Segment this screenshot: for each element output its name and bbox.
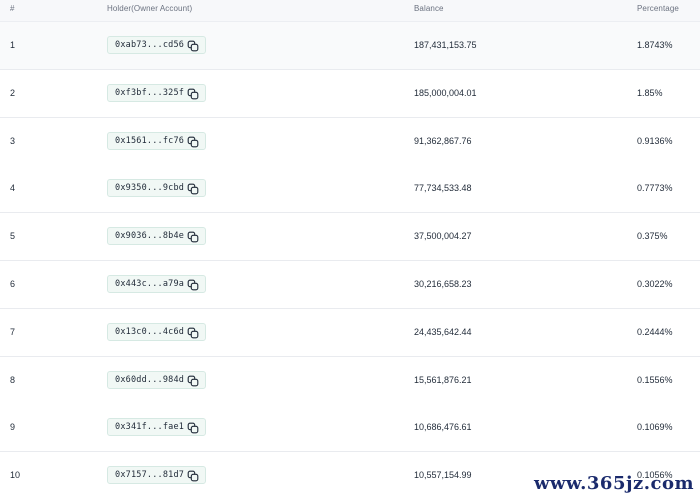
holder-address-chip[interactable]: 0x341f...fae1: [107, 418, 206, 437]
percentage-cell: 0.375%: [637, 231, 668, 242]
holder-address-chip[interactable]: 0x7157...81d7: [107, 466, 206, 485]
copy-icon[interactable]: [187, 136, 199, 148]
rank-cell: 5: [10, 231, 16, 242]
holder-address[interactable]: 0x1561...fc76: [115, 136, 184, 146]
table-header: # Holder(Owner Account) Balance Percenta…: [0, 0, 700, 22]
copy-icon[interactable]: [187, 88, 199, 100]
holder-address[interactable]: 0x60dd...984d: [115, 375, 184, 385]
table-row[interactable]: 1 0xab73...cd56 187,431,153.75 1.8743%: [0, 22, 700, 70]
copy-icon[interactable]: [187, 327, 199, 339]
header-percentage: Percentage: [637, 4, 679, 13]
watermark: www.365jz.com: [533, 473, 694, 494]
balance-cell: 24,435,642.44: [414, 326, 472, 337]
rank-cell: 1: [10, 40, 16, 50]
copy-icon[interactable]: [187, 40, 199, 52]
rank-cell: 3: [10, 135, 16, 146]
balance-cell: 10,686,476.61: [414, 422, 472, 433]
balance-cell: 15,561,876.21: [414, 374, 472, 385]
copy-icon[interactable]: [187, 375, 199, 387]
percentage-cell: 0.9136%: [637, 135, 673, 146]
holder-address-chip[interactable]: 0x13c0...4c6d: [107, 322, 206, 341]
holder-address-chip[interactable]: 0x9036...8b4e: [107, 227, 206, 246]
holder-address[interactable]: 0x9036...8b4e: [115, 231, 184, 241]
balance-cell: 187,431,153.75: [414, 40, 477, 50]
copy-icon[interactable]: [187, 470, 199, 482]
rank-cell: 4: [10, 183, 16, 194]
rank-cell: 2: [10, 87, 16, 98]
rank-cell: 8: [10, 374, 16, 385]
percentage-cell: 0.1556%: [637, 374, 673, 385]
table-row[interactable]: 4 0x9350...9cbd 77,734,533.48 0.7773%: [0, 165, 700, 214]
table-row[interactable]: 5 0x9036...8b4e 37,500,004.27 0.375%: [0, 213, 700, 262]
rank-cell: 7: [10, 326, 16, 337]
holder-address[interactable]: 0x7157...81d7: [115, 470, 184, 480]
percentage-cell: 1.85%: [637, 87, 663, 98]
copy-icon[interactable]: [187, 183, 199, 195]
table-row[interactable]: 8 0x60dd...984d 15,561,876.21 0.1556%: [0, 356, 700, 405]
holder-address[interactable]: 0xab73...cd56: [115, 40, 184, 50]
balance-cell: 77,734,533.48: [414, 183, 472, 194]
table-row[interactable]: 9 0x341f...fae1 10,686,476.61 0.1069%: [0, 404, 700, 453]
holder-address[interactable]: 0x9350...9cbd: [115, 183, 184, 193]
balance-cell: 37,500,004.27: [414, 231, 472, 242]
header-balance: Balance: [414, 4, 444, 13]
table-row[interactable]: 2 0xf3bf...325f 185,000,004.01 1.85%: [0, 69, 700, 118]
holder-address-chip[interactable]: 0x9350...9cbd: [107, 179, 206, 198]
percentage-cell: 0.2444%: [637, 326, 673, 337]
holder-address-chip[interactable]: 0x443c...a79a: [107, 275, 206, 293]
table-row[interactable]: 3 0x1561...fc76 91,362,867.76 0.9136%: [0, 117, 700, 166]
header-rank: #: [10, 4, 15, 13]
copy-icon[interactable]: [187, 422, 199, 434]
copy-icon[interactable]: [187, 231, 199, 243]
balance-cell: 30,216,658.23: [414, 279, 472, 289]
percentage-cell: 0.7773%: [637, 183, 673, 194]
holder-address[interactable]: 0x341f...fae1: [115, 422, 184, 432]
holder-address[interactable]: 0x443c...a79a: [115, 279, 184, 289]
balance-cell: 185,000,004.01: [414, 87, 477, 98]
holder-address[interactable]: 0x13c0...4c6d: [115, 327, 184, 337]
percentage-cell: 1.8743%: [637, 40, 673, 50]
percentage-cell: 0.3022%: [637, 279, 673, 289]
copy-icon[interactable]: [187, 279, 199, 291]
table-row[interactable]: 7 0x13c0...4c6d 24,435,642.44 0.2444%: [0, 308, 700, 357]
header-holder: Holder(Owner Account): [107, 4, 193, 13]
holder-address-chip[interactable]: 0xf3bf...325f: [107, 83, 206, 102]
balance-cell: 10,557,154.99: [414, 470, 472, 481]
holders-table: # Holder(Owner Account) Balance Percenta…: [0, 0, 700, 496]
holder-address[interactable]: 0xf3bf...325f: [115, 88, 184, 98]
holder-address-chip[interactable]: 0xab73...cd56: [107, 36, 206, 54]
rank-cell: 6: [10, 279, 16, 289]
rank-cell: 9: [10, 422, 16, 433]
holder-address-chip[interactable]: 0x1561...fc76: [107, 131, 206, 150]
percentage-cell: 0.1069%: [637, 422, 673, 433]
table-row[interactable]: 6 0x443c...a79a 30,216,658.23 0.3022%: [0, 261, 700, 309]
balance-cell: 91,362,867.76: [414, 135, 472, 146]
rank-cell: 10: [10, 470, 21, 481]
holder-address-chip[interactable]: 0x60dd...984d: [107, 370, 206, 389]
